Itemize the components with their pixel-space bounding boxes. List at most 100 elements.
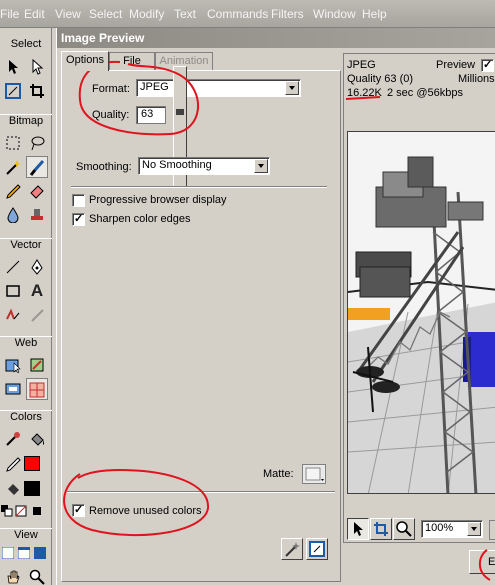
crane-render-image: [348, 132, 495, 493]
matte-color-button[interactable]: [302, 464, 326, 484]
freeform-tool-icon[interactable]: [2, 304, 24, 326]
rubber-stamp-tool-icon[interactable]: [26, 204, 48, 226]
options-divider: [71, 186, 327, 188]
matte-label: Matte:: [263, 468, 294, 480]
fill-color-swatch[interactable]: [24, 481, 40, 496]
preview-pointer-icon[interactable]: [347, 518, 369, 540]
brush-tool-icon[interactable]: [26, 156, 48, 178]
crop-tool-icon[interactable]: [26, 80, 48, 102]
remove-unused-colors-label: Remove unused colors: [89, 505, 202, 517]
stroke-color-swatch[interactable]: [24, 456, 40, 471]
format-select[interactable]: JPEG: [136, 79, 301, 97]
tab-file[interactable]: File: [109, 52, 155, 70]
fill-color-bucket-icon: [2, 478, 24, 500]
quality-label: Quality:: [92, 109, 130, 121]
format-label: Format:: [92, 83, 130, 95]
progressive-checkbox[interactable]: [72, 194, 85, 207]
quality-input[interactable]: 63: [136, 106, 166, 124]
eraser-tool-icon[interactable]: [26, 180, 48, 202]
rectangle-tool-icon[interactable]: [2, 280, 24, 302]
sharpen-label: Sharpen color edges: [89, 213, 191, 225]
magic-wand-tool-icon[interactable]: [2, 156, 24, 178]
smoothing-label: Smoothing:: [76, 161, 132, 173]
preview-zoom-icon[interactable]: [393, 518, 415, 540]
no-stroke-icon[interactable]: [14, 502, 28, 524]
menu-filters[interactable]: Filters: [271, 7, 304, 21]
tools-section-web: Web: [0, 336, 52, 352]
menu-commands[interactable]: Commands: [207, 7, 268, 21]
slice-tool-icon[interactable]: [26, 354, 48, 376]
lasso-tool-icon[interactable]: [26, 132, 48, 154]
chevron-down-icon: [467, 522, 481, 536]
scale-tool-icon[interactable]: [2, 80, 24, 102]
tools-panel: Select Bitmap Vector A Web Colors View: [0, 28, 52, 585]
preview-checkbox-edge: [489, 73, 495, 86]
menubar: File Edit View Select Modify Text Comman…: [0, 0, 495, 28]
sharpen-checkbox[interactable]: [72, 212, 85, 226]
preview-pane: JPEG Preview Quality 63 (0) Millions 16.…: [343, 53, 495, 543]
preview-toggle-label: Preview: [436, 59, 476, 71]
line-tool-icon[interactable]: [2, 256, 24, 278]
preview-toolbar: 100%: [343, 515, 495, 543]
menu-text[interactable]: Text: [174, 7, 196, 21]
preview-toolbar-overflow: [489, 520, 495, 540]
preview-file-size: 16.22K: [347, 87, 382, 99]
menu-window[interactable]: Window: [313, 7, 356, 21]
smoothing-value: No Smoothing: [142, 159, 212, 171]
marquee-tool-icon[interactable]: [2, 132, 24, 154]
tools-section-colors: Colors: [0, 410, 52, 426]
matte-divider: [67, 491, 335, 493]
menu-edit[interactable]: Edit: [24, 7, 45, 21]
menu-select[interactable]: Select: [89, 7, 122, 21]
smoothing-select[interactable]: No Smoothing: [138, 157, 270, 175]
swap-colors-icon[interactable]: [30, 502, 44, 524]
preview-checkbox[interactable]: [481, 58, 494, 72]
optimize-wizard-button[interactable]: [281, 538, 303, 560]
quality-slider-thumb[interactable]: [176, 109, 184, 115]
text-tool-icon[interactable]: A: [26, 280, 48, 302]
optimize-to-size-button[interactable]: [306, 538, 328, 560]
dialog-title: Image Preview: [57, 28, 495, 48]
hotspot-tool-icon[interactable]: [2, 354, 24, 376]
eyedropper-tool-icon[interactable]: [2, 428, 24, 450]
export-button[interactable]: E: [469, 550, 495, 574]
preview-quality-info: Quality 63 (0): [347, 73, 414, 85]
menu-modify[interactable]: Modify: [129, 7, 164, 21]
chevron-down-icon: [285, 81, 299, 95]
full-screen-mode-icon[interactable]: [32, 544, 48, 566]
remove-unused-colors-checkbox[interactable]: [72, 503, 85, 517]
menu-view[interactable]: View: [55, 7, 81, 21]
show-slices-icon[interactable]: [26, 378, 48, 400]
preview-image: [347, 131, 495, 494]
pointer-tool-icon[interactable]: [2, 56, 24, 78]
tools-section-view: View: [0, 528, 52, 544]
pen-tool-icon[interactable]: [26, 256, 48, 278]
tools-section-vector: Vector: [0, 238, 52, 254]
subselect-tool-icon[interactable]: [26, 56, 48, 78]
standard-screen-mode-icon[interactable]: [0, 544, 16, 566]
paint-bucket-tool-icon[interactable]: [26, 428, 48, 450]
blur-tool-icon[interactable]: [2, 204, 24, 226]
menu-help[interactable]: Help: [362, 7, 387, 21]
tab-options[interactable]: Options: [61, 51, 109, 71]
preview-format: JPEG: [347, 59, 376, 71]
stroke-color-pencil-icon: [2, 453, 24, 475]
full-screen-menus-mode-icon[interactable]: [16, 544, 32, 566]
zoom-select[interactable]: 100%: [421, 520, 483, 538]
preview-download-time: 2 sec @56kbps: [387, 87, 463, 99]
tools-section-bitmap: Bitmap: [0, 114, 52, 130]
pencil-tool-icon[interactable]: [2, 180, 24, 202]
menu-file[interactable]: File: [0, 7, 19, 21]
image-preview-dialog: Image Preview Options File Animation For…: [56, 28, 495, 585]
progressive-label: Progressive browser display: [89, 194, 227, 206]
zoom-value: 100%: [425, 522, 454, 534]
hide-slices-icon[interactable]: [2, 378, 24, 400]
hand-tool-icon[interactable]: [2, 566, 24, 585]
tools-section-select: Select: [10, 38, 42, 50]
format-value: JPEG: [140, 81, 169, 93]
zoom-tool-icon[interactable]: [26, 566, 48, 585]
chevron-down-icon: [254, 159, 268, 173]
default-colors-icon[interactable]: [0, 502, 14, 524]
knife-tool-icon[interactable]: [26, 304, 48, 326]
export-area-icon[interactable]: [370, 518, 392, 540]
